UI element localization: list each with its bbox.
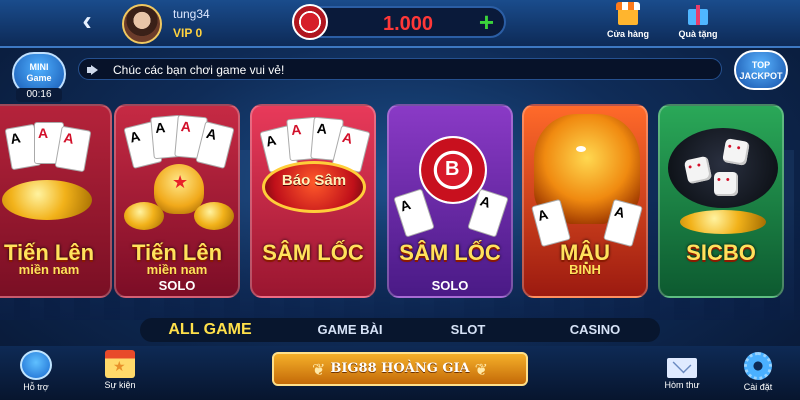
mini-game-line1: MINI bbox=[29, 62, 49, 72]
gift-button[interactable]: Quà tặng bbox=[670, 2, 726, 46]
card-art: A A A A ★ bbox=[116, 106, 238, 236]
coins-icon bbox=[680, 210, 766, 234]
dragon-eye bbox=[576, 146, 586, 152]
chip-letter: B bbox=[445, 158, 460, 180]
vip-level: VIP 0 bbox=[173, 26, 203, 40]
card-art: A A bbox=[524, 106, 646, 248]
playing-card-icon: A bbox=[393, 188, 435, 238]
game-tag: SOLO bbox=[431, 278, 469, 293]
notice-bar: Chúc các bạn chơi game vui vẻ! bbox=[78, 58, 722, 80]
bao-sam-text: Báo Sâm bbox=[281, 172, 347, 189]
tab-game-bai[interactable]: GAME BÀI bbox=[300, 320, 400, 340]
event-button[interactable]: Sự kiện bbox=[92, 350, 148, 390]
balance-value: 1.000 bbox=[382, 13, 434, 35]
coins-icon bbox=[124, 202, 164, 230]
tab-all-game[interactable]: ALL GAME bbox=[160, 320, 260, 340]
support-button[interactable]: Hỗ trợ bbox=[8, 350, 64, 392]
game-title: SICBO bbox=[686, 240, 756, 265]
card-art: A A A A Báo Sâm bbox=[252, 106, 374, 236]
game-subtitle: miền nam bbox=[146, 262, 208, 277]
game-card-sam-loc[interactable]: A A A A Báo Sâm SÂM LỐC bbox=[250, 104, 376, 298]
card-art: B A A bbox=[389, 106, 511, 238]
card-art bbox=[660, 106, 782, 236]
shop-icon bbox=[615, 2, 641, 26]
jackpot-line1: TOP bbox=[751, 60, 771, 70]
game-card-sam-loc-solo[interactable]: B A A SÂM LỐC SOLO bbox=[387, 104, 513, 298]
jackpot-line2: JACKPOT bbox=[739, 71, 783, 81]
card-art: A A A bbox=[0, 106, 110, 236]
laurel-left-icon: ❦ bbox=[312, 362, 326, 379]
event-label: Sự kiện bbox=[104, 380, 136, 390]
game-card-sicbo[interactable]: SICBO bbox=[658, 104, 784, 298]
game-title: SÂM LỐC bbox=[262, 240, 364, 265]
die-icon bbox=[722, 138, 750, 166]
game-tag: SOLO bbox=[158, 278, 196, 293]
support-label: Hỗ trợ bbox=[23, 382, 49, 392]
die-icon bbox=[683, 155, 713, 185]
category-tabs: ALL GAME GAME BÀI SLOT CASINO bbox=[140, 318, 660, 342]
mini-game-line2: Game bbox=[26, 73, 52, 83]
back-arrow-icon[interactable]: ‹ bbox=[74, 7, 100, 35]
shop-label: Cửa hàng bbox=[606, 29, 650, 39]
game-title: SÂM LỐC bbox=[399, 240, 501, 265]
laurel-right-icon: ❦ bbox=[474, 362, 488, 379]
game-card-mau-binh[interactable]: A A MẬU BINH bbox=[522, 104, 648, 298]
top-bar: ‹ tung34 VIP 0 1.000 + Cửa hàng Quà tặng bbox=[0, 0, 800, 48]
speaker-icon bbox=[87, 65, 101, 75]
game-subtitle: BINH bbox=[569, 262, 601, 277]
balance-box: 1.000 + bbox=[292, 4, 506, 40]
settings-label: Cài đặt bbox=[743, 382, 773, 392]
envelope-icon bbox=[667, 358, 697, 378]
gift-icon bbox=[685, 2, 711, 26]
mini-game-timer: 00:16 bbox=[16, 88, 62, 102]
headset-icon bbox=[20, 350, 52, 380]
gear-icon bbox=[744, 352, 772, 380]
star-icon: ★ bbox=[172, 172, 189, 192]
settings-button[interactable]: Cài đặt bbox=[730, 350, 786, 392]
brand-text: BIG88 HOÀNG GIA bbox=[330, 361, 470, 376]
mail-button[interactable]: Hòm thư bbox=[654, 350, 710, 390]
game-card-tien-len-mien-nam[interactable]: A A A Tiến Lên miền nam bbox=[0, 104, 112, 298]
add-funds-icon[interactable]: + bbox=[479, 9, 494, 35]
game-subtitle: miền nam bbox=[18, 262, 80, 277]
game-card-tien-len-solo[interactable]: A A A A ★ Tiến Lên miền nam SOLO bbox=[114, 104, 240, 298]
gift-label: Quà tặng bbox=[678, 29, 718, 39]
coins-icon bbox=[2, 180, 92, 220]
tab-slot[interactable]: SLOT bbox=[428, 320, 508, 340]
bao-sam-badge: Báo Sâm bbox=[262, 161, 366, 213]
chip-icon bbox=[292, 4, 328, 40]
shop-button[interactable]: Cửa hàng bbox=[600, 2, 656, 46]
coins-icon bbox=[194, 202, 234, 230]
avatar[interactable] bbox=[122, 4, 162, 44]
die-icon bbox=[714, 172, 738, 196]
mail-label: Hòm thư bbox=[664, 380, 700, 390]
tab-casino[interactable]: CASINO bbox=[540, 320, 650, 340]
username: tung34 bbox=[173, 7, 210, 21]
calendar-icon bbox=[105, 350, 135, 378]
playing-card-icon: A bbox=[54, 125, 92, 173]
top-jackpot-button[interactable]: TOP JACKPOT bbox=[734, 50, 788, 90]
notice-text: Chúc các bạn chơi game vui vẻ! bbox=[113, 63, 285, 77]
brand-banner: ❦ BIG88 HOÀNG GIA ❦ bbox=[272, 352, 528, 386]
